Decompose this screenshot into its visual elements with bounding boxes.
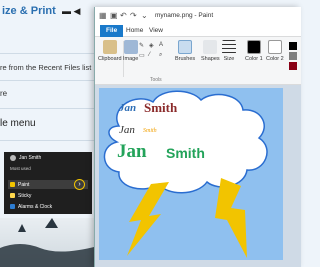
title-bar[interactable]: ▦ ▣ ↶ ↷ ⌄ myname.png - Paint [95, 7, 301, 25]
clipboard-button[interactable]: Clipboard [98, 40, 122, 62]
canvas-text-jan-3: Jan [117, 141, 147, 162]
start-menu-item-label: Paint [18, 181, 30, 188]
ribbon: Clipboard Image ✎ ◈ A ▭ ⁄ ⌕ Tools Brushe… [95, 37, 301, 85]
redo-icon[interactable]: ↷ [130, 11, 137, 20]
color2-swatch [267, 40, 282, 54]
magnifier-icon[interactable]: ⌕ [159, 52, 166, 59]
photo-thumbnail [0, 218, 98, 267]
canvas-text-smith-2: Smith [143, 128, 157, 134]
size-button[interactable]: Size [222, 40, 236, 62]
sticky-notes-icon [10, 193, 15, 198]
clock-icon [10, 204, 15, 209]
user-name: Jan Smith [19, 155, 42, 161]
color2-label: Color 2 [266, 56, 284, 62]
color2-button[interactable]: Color 2 [266, 40, 284, 62]
start-menu-item-sticky: Sticky [8, 191, 88, 200]
divider [0, 80, 96, 81]
palette-swatch[interactable] [289, 62, 297, 70]
color-palette [289, 42, 297, 70]
start-menu-item-label: Sticky [18, 192, 32, 199]
paint-window[interactable]: ▦ ▣ ↶ ↷ ⌄ myname.png - Paint File Home V… [94, 7, 301, 267]
palette-swatch[interactable] [289, 52, 297, 60]
color1-button[interactable]: Color 1 [245, 40, 263, 62]
save-icon[interactable]: ▣ [110, 11, 118, 20]
eraser-icon[interactable]: ▭ [139, 52, 146, 59]
tools-group-label: Tools [150, 77, 162, 83]
drawing-canvas[interactable]: Jan Smith Jan Smith Jan Smith [99, 88, 283, 260]
size-label: Size [223, 56, 235, 62]
start-menu-item-alarms: Alarms & Clock [8, 202, 88, 211]
divider [0, 140, 96, 141]
fill-icon[interactable]: ◈ [149, 42, 156, 49]
brushes-label: Brushes [175, 56, 196, 62]
shapes-button[interactable]: Shapes [201, 40, 220, 62]
canvas-text-jan-1: Jan [119, 102, 137, 114]
lightning-bolt-left [127, 182, 169, 256]
print-icon: ▬ ◀ [62, 6, 81, 16]
shapes-icon [203, 40, 218, 54]
start-menu-item-label: Alarms & Clock [18, 203, 53, 210]
avatar [10, 155, 16, 161]
clipboard-icon [102, 40, 117, 54]
brush-icon [178, 40, 193, 54]
undo-icon[interactable]: ↶ [120, 11, 127, 20]
start-menu-screenshot: Jan Smith Most used Paint Sticky Alarms … [4, 152, 92, 214]
canvas-text-smith-3: Smith [166, 145, 205, 161]
canvas-area[interactable]: Jan Smith Jan Smith Jan Smith [95, 85, 301, 267]
window-title: myname.png - Paint [155, 12, 214, 19]
ribbon-tabs: File Home View [95, 25, 301, 37]
shapes-label: Shapes [201, 56, 220, 62]
image-button[interactable]: Image [123, 40, 138, 62]
divider [0, 53, 96, 54]
paint-app-icon: ▦ [99, 11, 107, 20]
most-used-label: Most used [10, 166, 31, 171]
image-icon [123, 40, 138, 54]
color1-swatch [246, 40, 261, 54]
pencil-icon[interactable]: ✎ [139, 42, 146, 49]
line-size-icon [222, 40, 236, 54]
brushes-button[interactable]: Brushes [175, 40, 195, 62]
divider [0, 108, 96, 109]
color1-label: Color 1 [245, 56, 263, 62]
document-text-line: re from the Recent Files list [0, 63, 92, 72]
document-heading: ize & Print [2, 5, 56, 17]
chevron-down-icon[interactable]: ⌄ [141, 11, 148, 20]
canvas-text-smith-1: Smith [144, 100, 178, 115]
tools-grid: ✎ ◈ A ▭ ⁄ ⌕ [139, 42, 166, 59]
image-label: Image [123, 56, 139, 62]
lightning-bolt-right [215, 178, 247, 258]
color-picker-icon[interactable]: ⁄ [149, 52, 156, 59]
document-text-line: re [0, 89, 8, 98]
paint-icon [10, 182, 15, 187]
palette-swatch[interactable] [289, 42, 297, 50]
tab-view[interactable]: View [143, 25, 169, 37]
clipboard-label: Clipboard [98, 56, 122, 62]
chevron-right-icon: › [74, 179, 85, 190]
start-menu-user: Jan Smith [10, 155, 41, 161]
document-text-line: le menu [0, 118, 36, 129]
text-icon[interactable]: A [159, 42, 166, 49]
canvas-text-jan-2: Jan [119, 124, 135, 136]
